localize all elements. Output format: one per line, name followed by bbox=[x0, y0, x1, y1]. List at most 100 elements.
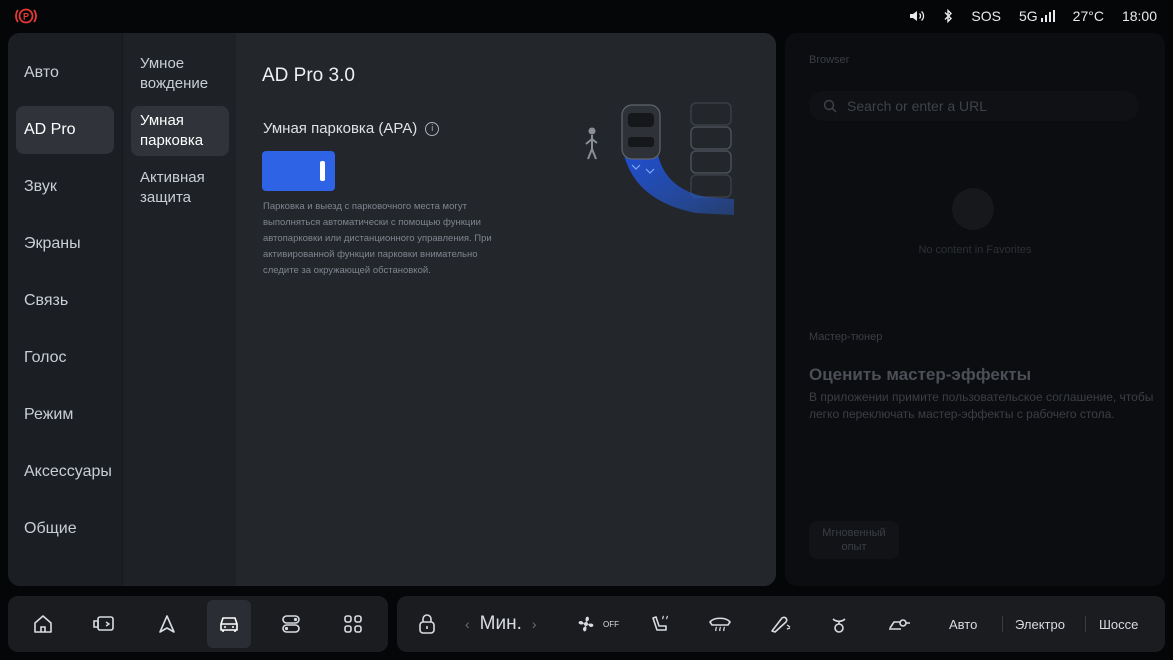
feature-title: Умная парковка (APA) i bbox=[263, 120, 440, 137]
nav-item-connection[interactable]: Связь bbox=[16, 277, 114, 325]
defrost-button[interactable] bbox=[698, 600, 742, 648]
settings-panel: Авто AD Pro Звук Экраны Связь Голос Режи… bbox=[8, 33, 776, 586]
drive-mode-auto[interactable]: Авто bbox=[949, 596, 977, 652]
instant-experience-button[interactable]: Мгновенный опыт bbox=[809, 521, 899, 559]
subnav-item-smart-driving[interactable]: Умное вождение bbox=[131, 49, 229, 99]
bluetooth-icon[interactable] bbox=[943, 9, 953, 23]
climate-controls-icon bbox=[282, 615, 300, 633]
temperature: 27°C bbox=[1072, 8, 1104, 24]
feature-title-label: Умная парковка (APA) bbox=[263, 120, 418, 137]
search-icon bbox=[823, 99, 837, 113]
subnav-item-smart-parking[interactable]: Умная парковка bbox=[131, 106, 229, 156]
status-bar: P SOS 5G 27°C 18:00 bbox=[0, 0, 1173, 32]
car-icon bbox=[220, 617, 238, 632]
info-icon[interactable]: i bbox=[425, 121, 440, 136]
defrost-icon bbox=[709, 617, 731, 632]
nav-item-mode[interactable]: Режим bbox=[16, 391, 114, 439]
fan-icon bbox=[578, 616, 594, 632]
tuner-heading: Оценить мастер-эффекты bbox=[809, 365, 1032, 384]
favorites-empty-text: No content in Favorites bbox=[918, 244, 1032, 256]
fan-speed-value: Мин. bbox=[479, 613, 522, 634]
nav-item-label: Экраны bbox=[24, 235, 81, 252]
network-signal: 5G bbox=[1019, 8, 1055, 24]
settings-content: AD Pro 3.0 Умная парковка (APA) i Парков… bbox=[236, 33, 776, 586]
fan-off-label: OFF bbox=[603, 619, 619, 629]
search-placeholder: Search or enter a URL bbox=[847, 98, 988, 114]
nav-item-label: Аксессуары bbox=[24, 463, 112, 480]
lock-icon bbox=[419, 614, 435, 634]
nav-item-ad-pro[interactable]: AD Pro bbox=[16, 106, 114, 154]
network-type: 5G bbox=[1018, 8, 1038, 24]
parking-illustration bbox=[566, 97, 736, 227]
nav-item-label: Голос bbox=[24, 349, 67, 366]
toggle-knob bbox=[320, 161, 325, 181]
volume-icon[interactable] bbox=[909, 9, 925, 23]
lock-button[interactable] bbox=[405, 600, 449, 648]
secondary-nav: Умное вождение Умная парковка Активная з… bbox=[122, 33, 237, 586]
tuner-label: Мастер-тюнер bbox=[809, 331, 883, 343]
navigation-button[interactable] bbox=[145, 600, 189, 648]
mirror-adjust-button[interactable] bbox=[758, 600, 802, 648]
steering-heat-button[interactable] bbox=[817, 600, 861, 648]
page-title: AD Pro 3.0 bbox=[262, 65, 355, 86]
nav-item-general[interactable]: Общие bbox=[16, 505, 114, 553]
svg-text:P: P bbox=[23, 12, 29, 22]
home-icon bbox=[34, 615, 52, 633]
side-panel: Browser Search or enter a URL No content… bbox=[785, 33, 1165, 586]
primary-nav: Авто AD Pro Звук Экраны Связь Голос Режи… bbox=[8, 33, 122, 586]
nav-item-voice[interactable]: Голос bbox=[16, 334, 114, 382]
fan-speed-selector: ‹ Мин. › bbox=[465, 596, 537, 652]
signal-bars-icon bbox=[1040, 10, 1055, 22]
feature-description: Парковка и выезд с парковочного места мо… bbox=[263, 201, 492, 276]
nav-item-label: Авто bbox=[24, 64, 59, 81]
chevron-right-icon[interactable]: › bbox=[532, 616, 537, 632]
dock-right: ‹ Мин. › OFF Авто Электро Шоссе bbox=[397, 596, 1165, 652]
subnav-item-label: Активная защита bbox=[140, 169, 205, 206]
tuner-text: В приложении примите пользовательское со… bbox=[809, 390, 1154, 421]
subnav-item-label: Умная парковка bbox=[140, 112, 204, 149]
sos-indicator[interactable]: SOS bbox=[971, 8, 1001, 24]
fan-button[interactable]: OFF bbox=[571, 600, 623, 648]
nav-item-label: Режим bbox=[24, 406, 74, 423]
apps-grid-icon bbox=[344, 615, 362, 633]
tailgate-icon bbox=[889, 619, 910, 630]
drive-mode-highway[interactable]: Шоссе bbox=[1099, 596, 1138, 652]
nav-item-label: Звук bbox=[24, 178, 57, 195]
clock: 18:00 bbox=[1121, 8, 1157, 24]
browser-search-input[interactable]: Search or enter a URL bbox=[809, 91, 1139, 121]
wheel-heat-icon bbox=[832, 618, 846, 633]
navigation-icon bbox=[159, 615, 175, 633]
nav-item-screens[interactable]: Экраны bbox=[16, 220, 114, 268]
controls-button[interactable] bbox=[269, 600, 313, 648]
browser-label: Browser bbox=[809, 54, 850, 66]
subnav-item-active-protection[interactable]: Активная защита bbox=[131, 163, 229, 213]
seat-heating-button[interactable] bbox=[638, 600, 682, 648]
chevron-left-icon[interactable]: ‹ bbox=[465, 616, 470, 632]
seat-heat-icon bbox=[652, 615, 668, 631]
apps-button[interactable] bbox=[331, 600, 375, 648]
nav-item-sound[interactable]: Звук bbox=[16, 163, 114, 211]
chip-label: Мгновенный опыт bbox=[822, 527, 886, 553]
vehicle-settings-button[interactable] bbox=[207, 600, 251, 648]
nav-item-label: AD Pro bbox=[24, 121, 76, 138]
parking-brake-icon: P bbox=[14, 6, 38, 26]
mirror-icon bbox=[771, 616, 791, 633]
divider bbox=[1002, 616, 1003, 632]
nav-item-auto[interactable]: Авто bbox=[16, 49, 114, 97]
drive-mode-label: Шоссе bbox=[1099, 616, 1139, 632]
display-icon bbox=[93, 616, 114, 631]
subnav-item-label: Умное вождение bbox=[140, 55, 209, 92]
divider bbox=[1085, 616, 1086, 632]
favorites-empty-icon bbox=[952, 188, 994, 230]
home-button[interactable] bbox=[21, 600, 65, 648]
drive-mode-electric[interactable]: Электро bbox=[1015, 596, 1065, 652]
drive-mode-label: Электро bbox=[1015, 616, 1065, 632]
nav-item-label: Связь bbox=[24, 292, 69, 309]
nav-item-label: Общие bbox=[24, 520, 77, 537]
tailgate-button[interactable] bbox=[877, 600, 921, 648]
apa-toggle[interactable] bbox=[262, 151, 335, 191]
drive-mode-label: Авто bbox=[949, 616, 978, 632]
nav-item-accessories[interactable]: Аксессуары bbox=[16, 448, 114, 496]
display-button[interactable] bbox=[82, 600, 126, 648]
dock-left bbox=[8, 596, 388, 652]
